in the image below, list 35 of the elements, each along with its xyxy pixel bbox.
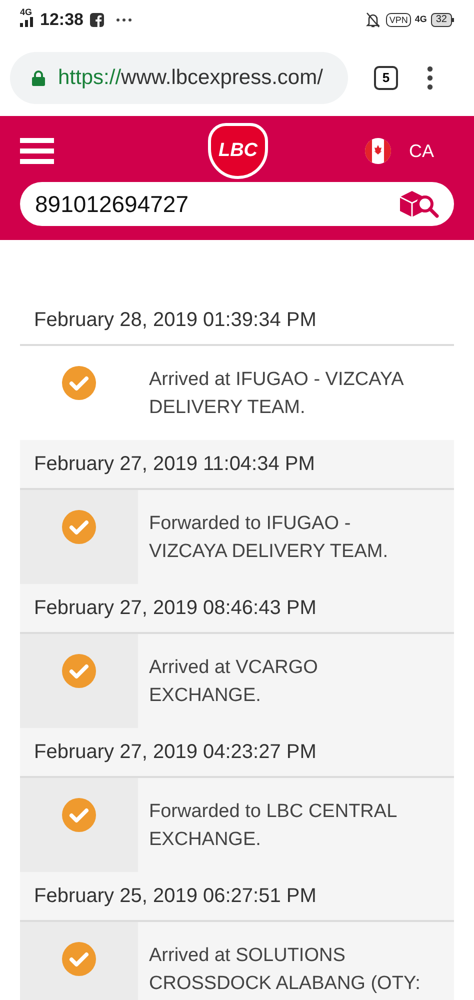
check-icon [62, 510, 96, 544]
check-icon [62, 798, 96, 832]
check-icon [62, 366, 96, 400]
clock: 12:38 [40, 9, 84, 32]
event-date: February 25, 2019 06:27:51 PM [34, 884, 316, 909]
url-text: https://www.lbcexpress.com/ [58, 64, 323, 91]
event-date: February 27, 2019 04:23:27 PM [34, 740, 316, 765]
menu-icon[interactable] [20, 137, 54, 165]
tracking-number-field[interactable]: 891012694727 [35, 186, 398, 222]
vpn-indicator: VPN [386, 13, 411, 27]
check-icon [62, 942, 96, 976]
check-icon [62, 654, 96, 688]
event-date: February 28, 2019 01:39:34 PM [34, 308, 316, 333]
event-status: Arrived at IFUGAO - VIZCAYA DELIVERY TEAM. [149, 368, 404, 420]
event-date: February 27, 2019 08:46:43 PM [34, 596, 316, 621]
data-label: 4G [414, 13, 427, 26]
event-status: Arrived at VCARGO EXCHANGE. [149, 656, 319, 708]
address-bar[interactable]: https://www.lbcexpress.com/ [10, 52, 348, 104]
facebook-icon [90, 13, 104, 27]
battery-icon: 32 [430, 13, 454, 27]
tab-count-button[interactable]: 5 [374, 66, 398, 90]
lock-icon [32, 70, 45, 86]
search-bar[interactable]: 891012694727 [20, 182, 454, 226]
more-icon [116, 18, 132, 22]
lbc-logo[interactable]: LBC [208, 123, 268, 179]
network-label: 4G [20, 6, 32, 20]
canada-flag-icon[interactable] [364, 138, 391, 164]
country-label[interactable]: CA [408, 138, 434, 164]
muted-bell-icon [366, 12, 380, 28]
package-search-icon[interactable] [398, 189, 440, 219]
event-status: Forwarded to LBC CENTRAL EXCHANGE. [149, 800, 398, 852]
event-status: Arrived at SOLUTIONS CROSSDOCK ALABANG (OTY: [149, 944, 422, 996]
event-status: Forwarded to IFUGAO - VIZCAYA DELIVERY TEAM. [149, 512, 389, 564]
more-menu-icon[interactable] [427, 66, 433, 90]
event-date: February 27, 2019 11:04:34 PM [34, 452, 315, 477]
